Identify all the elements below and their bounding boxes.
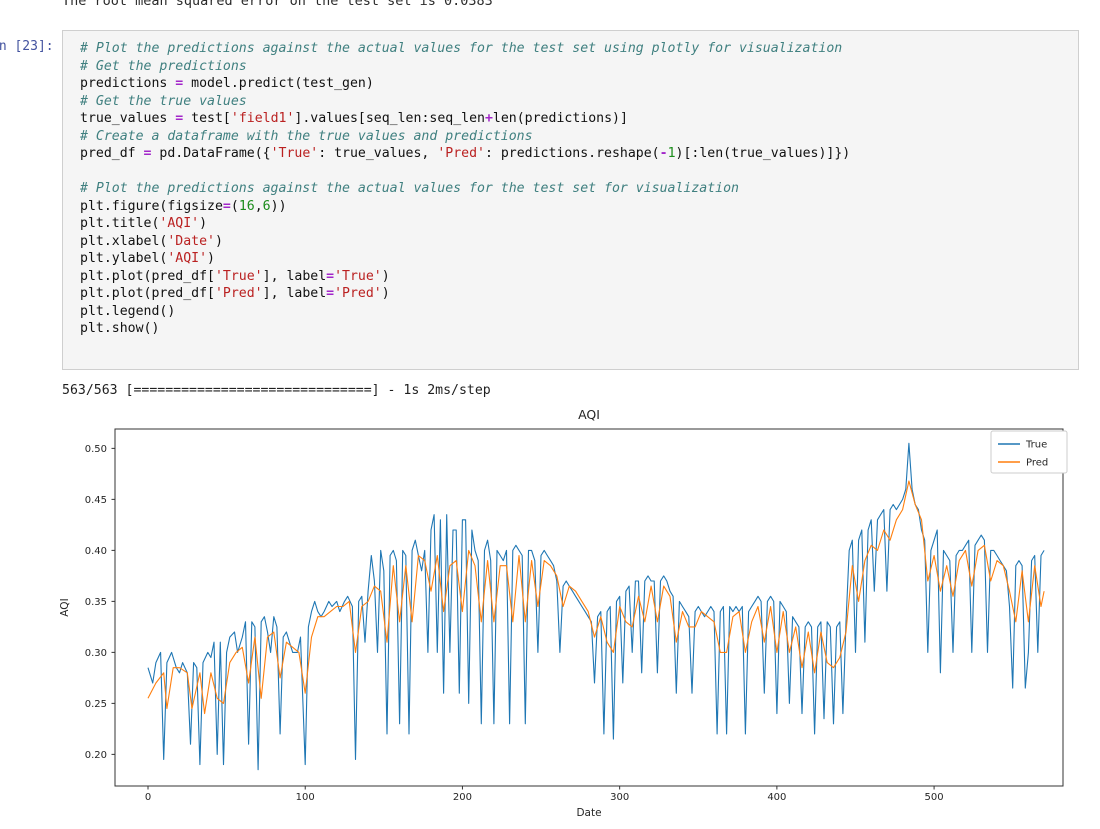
code-line: plt.title('AQI')	[80, 215, 1078, 233]
svg-text:0.20: 0.20	[85, 750, 107, 761]
code-line: plt.figure(figsize=(16,6))	[80, 198, 1078, 216]
svg-text:0.35: 0.35	[85, 597, 107, 608]
svg-text:500: 500	[925, 792, 944, 803]
code-line: # Get the true values	[80, 93, 1078, 111]
svg-text:400: 400	[767, 792, 786, 803]
svg-text:0.45: 0.45	[85, 495, 107, 506]
code-line: pred_df = pd.DataFrame({'True': true_val…	[80, 145, 1078, 163]
training-progress-text: 563/563 [==============================]…	[62, 383, 491, 398]
svg-text:0.30: 0.30	[85, 648, 107, 659]
code-line: plt.ylabel('AQI')	[80, 250, 1078, 268]
x-axis-label: Date	[576, 807, 601, 819]
code-line: plt.show()	[80, 320, 1078, 338]
legend-label: True	[1025, 440, 1047, 451]
cell-input-prompt: In [23]:	[0, 39, 54, 54]
code-line: plt.plot(pred_df['Pred'], label='Pred')	[80, 285, 1078, 303]
svg-text:300: 300	[610, 792, 629, 803]
code-line: # Plot the predictions against the actua…	[80, 40, 1078, 58]
svg-text:0: 0	[145, 792, 151, 803]
svg-text:200: 200	[453, 792, 472, 803]
legend: True Pred	[991, 431, 1067, 473]
svg-text:0.40: 0.40	[85, 546, 107, 557]
chart-title: AQI	[578, 407, 600, 422]
svg-text:0.50: 0.50	[85, 444, 107, 455]
code-line: # Create a dataframe with the true value…	[80, 128, 1078, 146]
code-area[interactable]: # Plot the predictions against the actua…	[63, 31, 1078, 338]
svg-text:0.25: 0.25	[85, 699, 107, 710]
chart-output-area: AQIDateAQI01002003004005000.200.250.300.…	[0, 405, 1100, 825]
code-line	[80, 163, 1078, 181]
code-line: true_values = test['field1'].values[seq_…	[80, 110, 1078, 128]
code-line: plt.xlabel('Date')	[80, 233, 1078, 251]
svg-text:100: 100	[296, 792, 315, 803]
code-line: # Plot the predictions against the actua…	[80, 180, 1078, 198]
code-line: # Get the predictions	[80, 58, 1078, 76]
x-axis: 0 100 200 300 400 500	[145, 786, 944, 803]
legend-label: Pred	[1026, 458, 1048, 469]
aqi-chart: AQIDateAQI01002003004005000.200.250.300.…	[0, 405, 1100, 825]
code-line: plt.plot(pred_df['True'], label='True')	[80, 268, 1078, 286]
code-line: plt.legend()	[80, 303, 1078, 321]
stdout-rmse-text: The root mean squared error on the test …	[62, 0, 493, 9]
y-axis-label: AQI	[59, 598, 71, 616]
y-axis: 0.20 0.25 0.30 0.35 0.40 0.45 0.50	[85, 444, 115, 761]
code-cell[interactable]: # Plot the predictions against the actua…	[62, 30, 1079, 370]
code-line: predictions = model.predict(test_gen)	[80, 75, 1078, 93]
